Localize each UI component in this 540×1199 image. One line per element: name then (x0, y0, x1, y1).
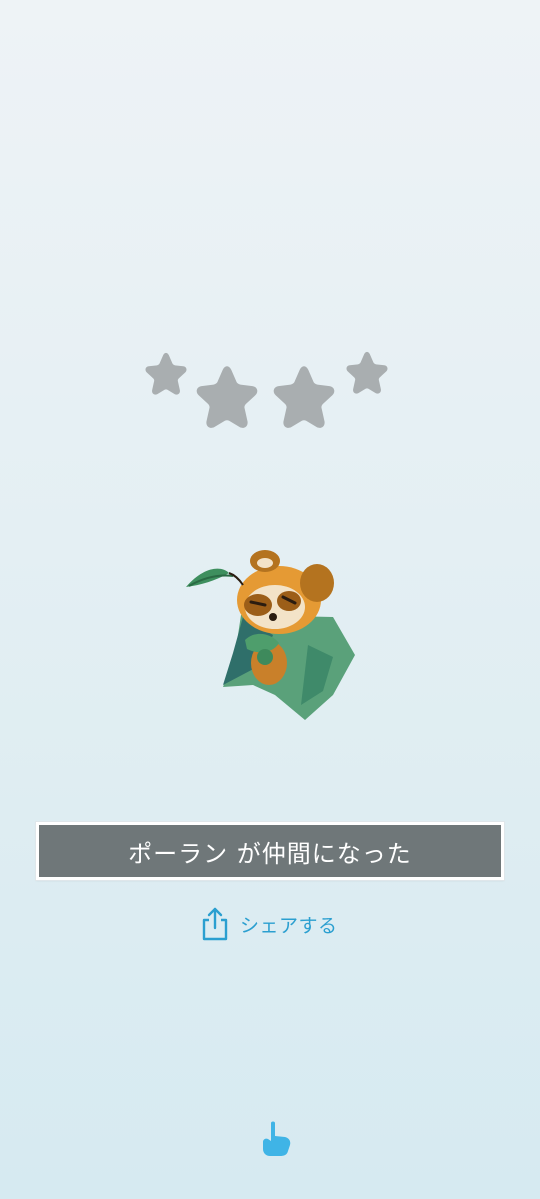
pointing-hand-icon (258, 1120, 294, 1158)
share-button[interactable]: シェアする (200, 905, 338, 943)
star-icon (268, 362, 340, 430)
share-label: シェアする (240, 914, 338, 937)
star-icon (191, 362, 263, 430)
star-icon (142, 350, 190, 396)
share-icon (200, 906, 230, 942)
star-icon (343, 349, 391, 395)
recruit-message-banner: ポーラン が仲間になった (35, 821, 505, 881)
recruit-message: ポーラン が仲間になった (128, 839, 412, 868)
tanuki-character-illustration (183, 545, 358, 725)
